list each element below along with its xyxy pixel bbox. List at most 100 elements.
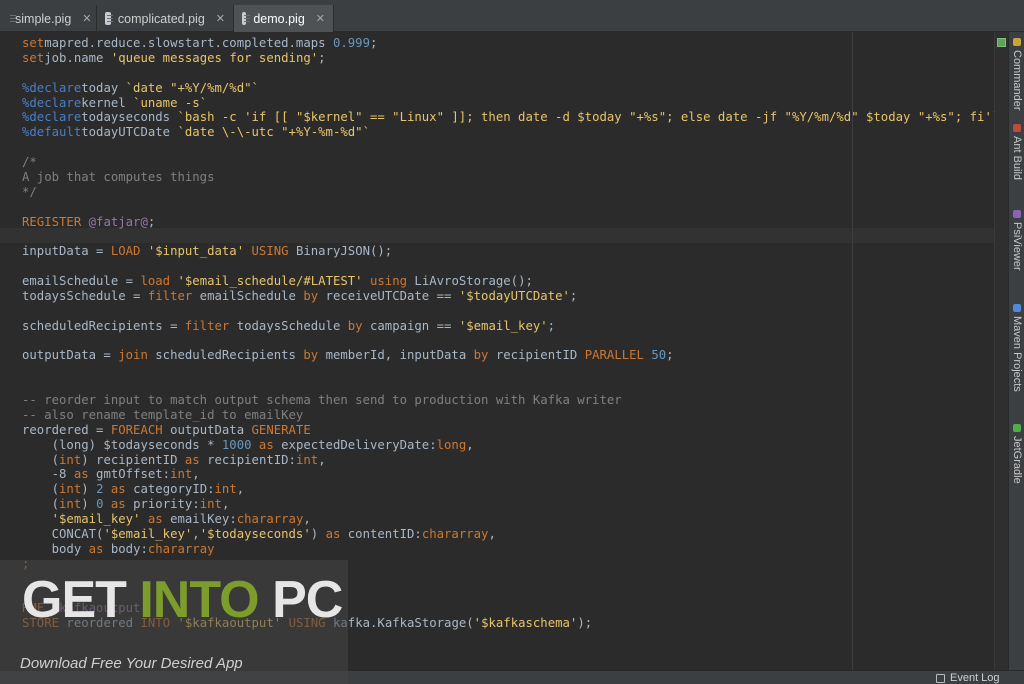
code-token: '$todayUTCDate'	[458, 288, 570, 303]
watermark-logo-part3: PC	[258, 571, 343, 629]
code-line[interactable]: inputData = LOAD '$input_data' USING Bin…	[22, 244, 994, 259]
tab-demo-pig[interactable]: demo.pig ✕	[234, 5, 334, 32]
code-token: categoryID:	[125, 482, 215, 497]
code-token: todaysSchedule	[229, 318, 348, 333]
code-token: )	[81, 497, 97, 512]
code-line[interactable]: -- also rename template_id to emailKey	[22, 408, 994, 423]
code-line[interactable]: -8 as gmtOffset:int,	[22, 467, 994, 482]
code-token: '$input_data'	[147, 244, 245, 259]
tool-window-label: PsiViewer	[1011, 222, 1023, 271]
code-token: today	[81, 80, 126, 95]
code-line[interactable]: %declaretoday `date "+%Y/%m/%d"`	[22, 81, 994, 96]
code-line[interactable]	[22, 304, 994, 319]
code-token: todayseconds	[81, 110, 178, 125]
code-token: ,	[192, 467, 200, 482]
watermark-logo: GET INTO PC	[22, 570, 343, 630]
code-token: as	[147, 512, 163, 526]
code-line[interactable]	[22, 378, 994, 393]
tab-complicated-pig[interactable]: complicated.pig ✕	[97, 5, 234, 32]
tool-window-commander[interactable]: Commander	[1011, 38, 1023, 111]
code-token: recipientID	[488, 348, 585, 363]
code-token: kernel	[81, 95, 134, 110]
code-line[interactable]	[22, 229, 994, 244]
code-line[interactable]: (int) 2 as categoryID:int,	[22, 482, 994, 497]
code-line[interactable]: scheduledRecipients = filter todaysSched…	[22, 319, 994, 334]
code-token: /*	[22, 155, 37, 169]
code-line[interactable]: %defaulttodayUTCDate `date \-\-utc "+%Y-…	[22, 125, 994, 140]
code-token: int	[59, 482, 82, 497]
code-line[interactable]: emailSchedule = load '$email_schedule/#L…	[22, 274, 994, 289]
code-line[interactable]: outputData = join scheduledRecipients by…	[22, 348, 994, 363]
tool-window-label: Maven Projects	[1011, 316, 1023, 392]
code-line[interactable]	[22, 334, 994, 349]
code-token: USING	[251, 244, 289, 259]
code-token: int	[295, 452, 319, 467]
code-token: ,	[303, 512, 311, 526]
code-token: mapred.reduce.slowstart.completed.maps	[44, 36, 333, 50]
code-token: A job that computes things	[22, 169, 215, 184]
tool-window-jetgradle[interactable]: JetGradle	[1011, 424, 1023, 484]
code-token: join	[118, 348, 148, 363]
code-token: as	[325, 526, 341, 541]
inspection-ok-icon[interactable]	[997, 38, 1006, 47]
code-token: body	[22, 541, 89, 556]
code-token: )	[81, 482, 97, 497]
code-line[interactable]: '$email_key' as emailKey:chararray,	[22, 512, 994, 527]
code-line[interactable]: %declaretodayseconds `bash -c 'if [[ "$k…	[22, 110, 994, 125]
code-token: 'queue messages for sending'	[110, 50, 319, 65]
watermark-overlay: GET INTO PC Download Free Your Desired A…	[0, 560, 348, 684]
code-token: 0.999	[332, 36, 370, 50]
code-line[interactable]: %declarekernel `uname -s`	[22, 96, 994, 111]
code-token: chararray	[421, 526, 489, 541]
code-token: contentID:	[340, 526, 422, 541]
code-line[interactable]: -- reorder input to match output schema …	[22, 393, 994, 408]
code-token: );	[577, 616, 593, 631]
code-token: emailSchedule =	[22, 274, 141, 288]
tool-window-maven-projects[interactable]: Maven Projects	[1011, 304, 1023, 392]
code-line[interactable]	[22, 140, 994, 155]
code-line[interactable]	[22, 363, 994, 378]
tool-window-label: Ant Build	[1011, 136, 1023, 181]
code-token: as	[110, 497, 126, 512]
code-line[interactable]	[22, 66, 994, 81]
code-line[interactable]	[22, 200, 994, 215]
code-line[interactable]: (int) recipientID as recipientID:int,	[22, 453, 994, 468]
code-line[interactable]: CONCAT('$email_key','$todayseconds') as …	[22, 527, 994, 542]
code-line[interactable]: setjob.name 'queue messages for sending'…	[22, 51, 994, 66]
code-line[interactable]: REGISTER @fatjar@;	[22, 215, 994, 230]
code-token: CONCAT(	[22, 526, 104, 541]
code-line[interactable]: reordered = FOREACH outputData GENERATE	[22, 423, 994, 438]
code-token: %declare	[22, 95, 82, 110]
code-token: '$kafkaschema'	[473, 616, 578, 631]
code-token: ;	[569, 288, 578, 303]
event-log-button[interactable]: Event Log	[936, 672, 1000, 684]
code-line[interactable]: setmapred.reduce.slowstart.completed.map…	[22, 36, 994, 51]
close-icon[interactable]: ✕	[316, 12, 325, 25]
close-icon[interactable]: ✕	[216, 12, 225, 25]
tool-window-psiviewer[interactable]: PsiViewer	[1011, 210, 1023, 271]
code-token: '$email_key'	[103, 526, 193, 541]
gradle-icon	[1013, 424, 1021, 432]
code-token: todayUTCDate	[81, 125, 178, 140]
code-line[interactable]	[22, 259, 994, 274]
code-line[interactable]: (int) 0 as priority:int,	[22, 497, 994, 512]
close-icon[interactable]: ✕	[82, 12, 91, 25]
tool-window-ant-build[interactable]: Ant Build	[1011, 124, 1023, 180]
code-line[interactable]: /*	[22, 155, 994, 170]
code-token: ,	[236, 482, 245, 497]
code-token: by	[473, 348, 489, 363]
code-line[interactable]: (long) $todayseconds * 1000 as expectedD…	[22, 438, 994, 453]
code-token: filter	[184, 318, 230, 333]
code-line[interactable]: */	[22, 185, 994, 200]
code-token: receiveUTCDate ==	[318, 288, 459, 303]
code-line[interactable]: body as body:chararray	[22, 542, 994, 557]
code-line[interactable]: todaysSchedule = filter emailSchedule by…	[22, 289, 994, 304]
code-token: LiAvroStorage();	[407, 274, 533, 288]
code-line[interactable]: A job that computes things	[22, 170, 994, 185]
code-token: by	[347, 318, 363, 333]
code-token: reordered =	[22, 422, 111, 437]
tab-simple-pig[interactable]: simple.pig ✕	[0, 5, 97, 32]
